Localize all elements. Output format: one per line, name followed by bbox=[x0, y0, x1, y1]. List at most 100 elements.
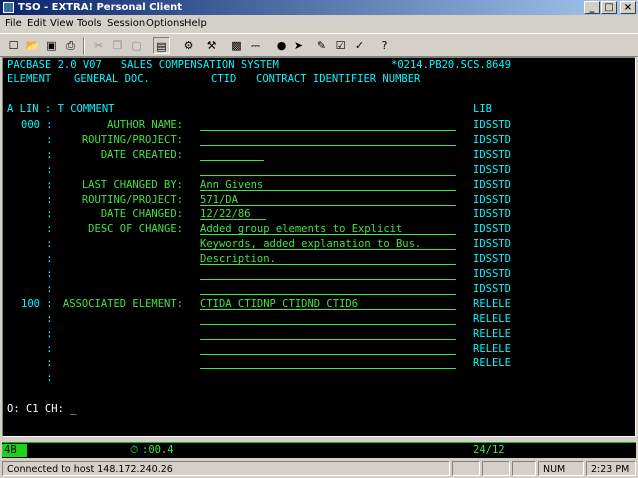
column-header: A LIN : T COMMENT bbox=[7, 103, 115, 115]
status-panel-3 bbox=[512, 461, 536, 476]
lib-value: IDSSTD bbox=[473, 179, 511, 191]
title-bar: TSO - EXTRA! Personal Client _ □ × bbox=[0, 0, 638, 15]
macro-play-icon[interactable]: ➤ bbox=[290, 37, 307, 54]
disconnect-icon[interactable]: ⎓ bbox=[247, 37, 264, 54]
input-field-underline[interactable] bbox=[200, 279, 456, 280]
line-number: : bbox=[21, 268, 53, 280]
field-value[interactable]: Ann Givens bbox=[200, 179, 263, 192]
clock-icon: ⏱ bbox=[130, 444, 139, 456]
run-icon[interactable]: ✓ bbox=[351, 37, 368, 54]
general-doc-label: GENERAL DOC. bbox=[74, 73, 150, 85]
input-field-underline[interactable] bbox=[200, 145, 456, 146]
line-number: : bbox=[21, 194, 53, 206]
line-number: : bbox=[21, 283, 53, 295]
input-field-underline[interactable] bbox=[200, 339, 456, 340]
element-description: CONTRACT IDENTIFIER NUMBER bbox=[256, 73, 421, 85]
menu-tools[interactable]: Tools bbox=[77, 15, 102, 33]
lib-value: RELELE bbox=[473, 357, 511, 369]
field-label: ROUTING/PROJECT: bbox=[81, 194, 183, 206]
response-timer: :00.4 bbox=[142, 444, 174, 456]
print-icon[interactable]: ⎙ bbox=[62, 37, 79, 54]
field-label: ROUTING/PROJECT: bbox=[81, 134, 183, 146]
connect-icon[interactable]: ● bbox=[273, 37, 290, 54]
field-label: LAST CHANGED BY: bbox=[81, 179, 183, 191]
lib-value: IDSSTD bbox=[473, 223, 511, 235]
input-field-underline[interactable] bbox=[200, 294, 456, 295]
line-number: : bbox=[21, 164, 53, 176]
input-field-underline[interactable] bbox=[200, 130, 456, 131]
line-number: : bbox=[21, 134, 53, 146]
terminal-screen[interactable]: PACBASE 2.0 V07 SALES COMPENSATION SYSTE… bbox=[2, 57, 636, 437]
screen-icon[interactable]: ▤ bbox=[153, 37, 170, 54]
lib-header: LIB bbox=[473, 103, 492, 115]
input-field-underline[interactable] bbox=[200, 160, 264, 161]
menu-file[interactable]: File bbox=[5, 15, 22, 33]
paste-icon[interactable]: ▢ bbox=[128, 37, 145, 54]
menu-bar: File Edit View Tools Session Options Hel… bbox=[0, 15, 638, 33]
host-icon[interactable]: ▩ bbox=[228, 37, 245, 54]
cut-icon[interactable]: ✂ bbox=[90, 37, 107, 54]
edit-icon[interactable]: ☑ bbox=[332, 37, 349, 54]
menu-session[interactable]: Session bbox=[107, 15, 145, 33]
lib-value: IDSSTD bbox=[473, 208, 511, 220]
line-number: : bbox=[21, 253, 53, 265]
lib-value: IDSSTD bbox=[473, 283, 511, 295]
status-bar: Connected to host 148.172.240.26 NUM 2:2… bbox=[0, 459, 638, 478]
help-icon[interactable]: ? bbox=[376, 37, 393, 54]
field-value[interactable]: 571/DA bbox=[200, 194, 238, 207]
line-number: : bbox=[21, 372, 53, 384]
lib-value: IDSSTD bbox=[473, 164, 511, 176]
line-number: : bbox=[21, 179, 53, 191]
toolbar: ☐ 📂 ▣ ⎙ ✂ ❐ ▢ ▤ ⚙ ⚒ ▩ ⎓ ● ➤ ✎ ☑ ✓ ? bbox=[0, 33, 638, 57]
field-label: ASSOCIATED ELEMENT: bbox=[62, 298, 183, 310]
input-field-underline[interactable] bbox=[200, 354, 456, 355]
input-field-underline[interactable] bbox=[200, 175, 456, 176]
field-value[interactable]: Keywords, added explanation to Bus. bbox=[200, 238, 421, 251]
field-value[interactable]: Description. bbox=[200, 253, 276, 266]
line-number: : bbox=[21, 328, 53, 340]
line-number: : bbox=[21, 223, 53, 235]
menu-help[interactable]: Help bbox=[184, 15, 207, 33]
menu-options[interactable]: Options bbox=[146, 15, 185, 33]
cursor-position: 24/12 bbox=[473, 444, 505, 456]
toolbar-separator bbox=[83, 37, 85, 55]
header-system: PACBASE 2.0 V07 SALES COMPENSATION SYSTE… bbox=[7, 59, 279, 71]
app-icon[interactable] bbox=[3, 2, 14, 13]
save-icon[interactable]: ▣ bbox=[43, 37, 60, 54]
lib-value: RELELE bbox=[473, 343, 511, 355]
input-field-underline[interactable] bbox=[200, 205, 456, 206]
close-button[interactable]: × bbox=[620, 1, 636, 14]
tools-icon[interactable]: ⚒ bbox=[203, 37, 220, 54]
field-label: DESC OF CHANGE: bbox=[88, 223, 183, 235]
field-label: DATE CREATED: bbox=[100, 149, 183, 161]
lib-value: RELELE bbox=[473, 328, 511, 340]
minimize-button[interactable]: _ bbox=[584, 1, 600, 14]
input-field-underline[interactable] bbox=[200, 324, 456, 325]
clock: 2:23 PM bbox=[586, 461, 636, 476]
command-line[interactable]: O: C1 CH: _ bbox=[7, 403, 77, 416]
session-indicator: 4B bbox=[2, 444, 27, 457]
oia-separator bbox=[2, 442, 636, 443]
copy-icon[interactable]: ❐ bbox=[109, 37, 126, 54]
input-field-underline[interactable] bbox=[200, 368, 456, 369]
record-icon[interactable]: ✎ bbox=[313, 37, 330, 54]
line-number: : bbox=[21, 149, 53, 161]
line-number: 000 : bbox=[21, 119, 53, 131]
lib-value: IDSSTD bbox=[473, 194, 511, 206]
menu-edit[interactable]: Edit bbox=[27, 15, 46, 33]
field-value[interactable]: 12/22/86 bbox=[200, 208, 251, 221]
line-number: 100 : bbox=[21, 298, 53, 310]
new-icon[interactable]: ☐ bbox=[5, 37, 22, 54]
element-label: ELEMENT bbox=[7, 73, 52, 85]
open-icon[interactable]: 📂 bbox=[24, 37, 41, 54]
maximize-button[interactable]: □ bbox=[601, 1, 617, 14]
field-value[interactable]: Added group elements to Explicit bbox=[200, 223, 402, 236]
menu-view[interactable]: View bbox=[50, 15, 74, 33]
line-number: : bbox=[21, 238, 53, 250]
status-panel-1 bbox=[452, 461, 480, 476]
settings-icon[interactable]: ⚙ bbox=[180, 37, 197, 54]
num-lock-indicator: NUM bbox=[538, 461, 584, 476]
connection-status: Connected to host 148.172.240.26 bbox=[2, 461, 450, 476]
line-number: : bbox=[21, 343, 53, 355]
field-value[interactable]: CTIDA CTIDNP CTIDND CTID6 bbox=[200, 298, 358, 311]
